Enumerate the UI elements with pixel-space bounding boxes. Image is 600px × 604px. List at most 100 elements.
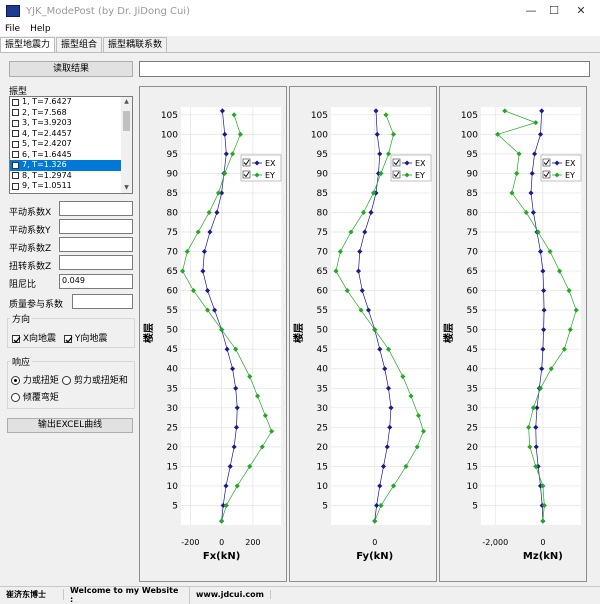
mode-list-item[interactable]: 8, T=1.2974 <box>10 171 122 182</box>
mode-checkbox[interactable] <box>12 130 19 138</box>
y-tick-label: 5 <box>322 501 328 511</box>
translation-x-field[interactable] <box>59 201 133 216</box>
mode-list-scrollbar[interactable]: ▲ ▼ <box>121 97 132 193</box>
export-excel-button[interactable]: 输出EXCEL曲线 <box>7 418 133 433</box>
y-tick-label: 45 <box>317 345 328 355</box>
legend-label: EX <box>265 159 276 168</box>
y-tick-label: 25 <box>167 423 178 433</box>
translation-y-field[interactable] <box>59 219 133 234</box>
mode-checkbox[interactable] <box>12 193 19 194</box>
y-tick-label: 45 <box>167 345 178 355</box>
mode-checkbox[interactable] <box>12 109 19 117</box>
mode-checkbox[interactable] <box>12 161 19 169</box>
menu-file[interactable]: File <box>0 22 25 36</box>
mode-list-item[interactable]: 5, T=2.4207 <box>10 139 122 150</box>
legend-label: EY <box>415 171 425 180</box>
response-shear-label: 剪力或扭矩和 <box>73 376 128 386</box>
mass-participation-field[interactable] <box>72 294 133 309</box>
y-seismic-checkbox[interactable]: Y向地震 <box>64 331 107 344</box>
x-tick-label: -2,000 <box>482 538 508 547</box>
y-tick-label: 100 <box>161 130 178 140</box>
fy-chart: 5 10 15 20 25 30 35 40 45 50 55 60 65 70 75 80 85 90 95 100… <box>292 107 432 562</box>
mode-checkbox[interactable] <box>12 151 19 159</box>
y-tick-label: 65 <box>467 267 478 277</box>
y-tick-label: 30 <box>317 404 329 414</box>
mode-list-item[interactable]: 4, T=2.4457 <box>10 129 122 140</box>
mode-list-item[interactable]: 6, T=1.6445 <box>10 150 122 161</box>
scroll-down-icon[interactable]: ▼ <box>121 183 132 193</box>
file-path-field[interactable] <box>139 61 590 77</box>
mode-list-item[interactable]: 10, T=0.8987 <box>10 192 122 194</box>
y-tick-label: 85 <box>467 189 478 199</box>
y-tick-label: 40 <box>467 365 479 375</box>
mode-checkbox[interactable] <box>12 119 19 127</box>
mode-checkbox[interactable] <box>12 182 19 190</box>
response-force-radio[interactable]: 力或扭矩 <box>11 373 59 386</box>
close-button[interactable]: ✕ <box>558 0 600 22</box>
y-tick-label: 5 <box>172 501 178 511</box>
x-tick-label: 0 <box>540 538 545 547</box>
legend-label: EX <box>415 159 426 168</box>
radio-empty-icon[interactable] <box>11 393 20 402</box>
y-tick-label: 105 <box>161 111 178 121</box>
mode-list-item[interactable]: 7, T=1.326 <box>10 160 122 171</box>
y-tick-label: 75 <box>317 228 328 238</box>
x-seismic-checkbox[interactable]: X向地震 <box>12 331 56 344</box>
x-seismic-check-icon[interactable] <box>12 334 21 343</box>
y-axis-label: 楼层 <box>142 323 155 343</box>
response-shear-radio[interactable]: 剪力或扭矩和 <box>62 373 128 386</box>
y-tick-label: 85 <box>167 189 178 199</box>
mode-list-item[interactable]: 3, T=3.9203 <box>10 118 122 129</box>
y-tick-label: 55 <box>467 306 478 316</box>
mode-list[interactable]: 1, T=7.6427 2, T=7.568 3, T=3.9203 4, T=2.4… <box>9 96 133 194</box>
status-welcome: Welcome to my Website : <box>64 585 190 604</box>
mode-list-label: 8, T=1.2974 <box>22 170 72 180</box>
translation-z-label: 平动系数Z <box>9 244 52 254</box>
mode-list-item[interactable]: 2, T=7.568 <box>10 108 122 119</box>
y-tick-label: 90 <box>167 169 179 179</box>
translation-z-field[interactable] <box>59 237 133 252</box>
menu-bar: File Help <box>0 22 600 36</box>
scroll-thumb[interactable] <box>123 111 130 131</box>
mode-checkbox[interactable] <box>12 140 19 148</box>
y-tick-label: 60 <box>167 287 179 297</box>
mode-list-label: 5, T=2.4207 <box>22 139 72 148</box>
mode-checkbox[interactable] <box>12 98 19 106</box>
y-tick-label: 35 <box>467 384 478 394</box>
y-tick-label: 30 <box>467 404 479 414</box>
y-tick-label: 65 <box>317 267 328 277</box>
mode-checkbox[interactable] <box>12 172 19 180</box>
y-tick-label: 80 <box>317 208 329 218</box>
mode-list-item[interactable]: 9, T=1.0511 <box>10 181 122 192</box>
tab-modal-seismic-force[interactable]: 振型地震力 <box>0 37 56 52</box>
radio-empty-icon[interactable] <box>62 376 71 385</box>
tab-coupling-coefficient[interactable]: 振型耦联系数 <box>103 37 168 52</box>
x-seismic-label: X向地震 <box>22 334 57 344</box>
response-moment-radio[interactable]: 倾覆弯矩 <box>11 390 59 403</box>
read-results-button[interactable]: 读取结果 <box>9 61 133 77</box>
translation-y-label: 平动系数Y <box>9 226 51 236</box>
menu-help[interactable]: Help <box>25 22 56 36</box>
y-tick-label: 30 <box>167 404 179 414</box>
torsion-z-field[interactable] <box>59 255 133 270</box>
y-tick-label: 40 <box>317 365 329 375</box>
y-tick-label: 60 <box>467 287 479 297</box>
status-url[interactable]: www.jdcui.com <box>190 590 271 599</box>
y-tick-label: 25 <box>467 423 478 433</box>
window-title: YJK_ModePost (by Dr. JiDong Cui) <box>26 5 190 17</box>
translation-x-label: 平动系数X <box>9 208 52 218</box>
y-tick-label: 15 <box>317 462 328 472</box>
direction-title: 方向 <box>10 312 33 325</box>
radio-selected-icon[interactable] <box>11 376 20 385</box>
y-tick-label: 100 <box>461 130 478 140</box>
y-seismic-check-icon[interactable] <box>64 334 73 343</box>
scroll-up-icon[interactable]: ▲ <box>121 97 132 107</box>
tab-mode-combination[interactable]: 振型组合 <box>56 37 103 52</box>
y-tick-label: 10 <box>467 482 479 492</box>
status-author: 崔济东博士 <box>0 589 64 600</box>
y-tick-label: 20 <box>467 443 479 453</box>
mode-list-label: 4, T=2.4457 <box>22 128 72 138</box>
y-tick-label: 5 <box>472 501 478 511</box>
damping-field[interactable]: 0.049 <box>59 274 133 289</box>
mode-list-item[interactable]: 1, T=7.6427 <box>10 97 122 108</box>
